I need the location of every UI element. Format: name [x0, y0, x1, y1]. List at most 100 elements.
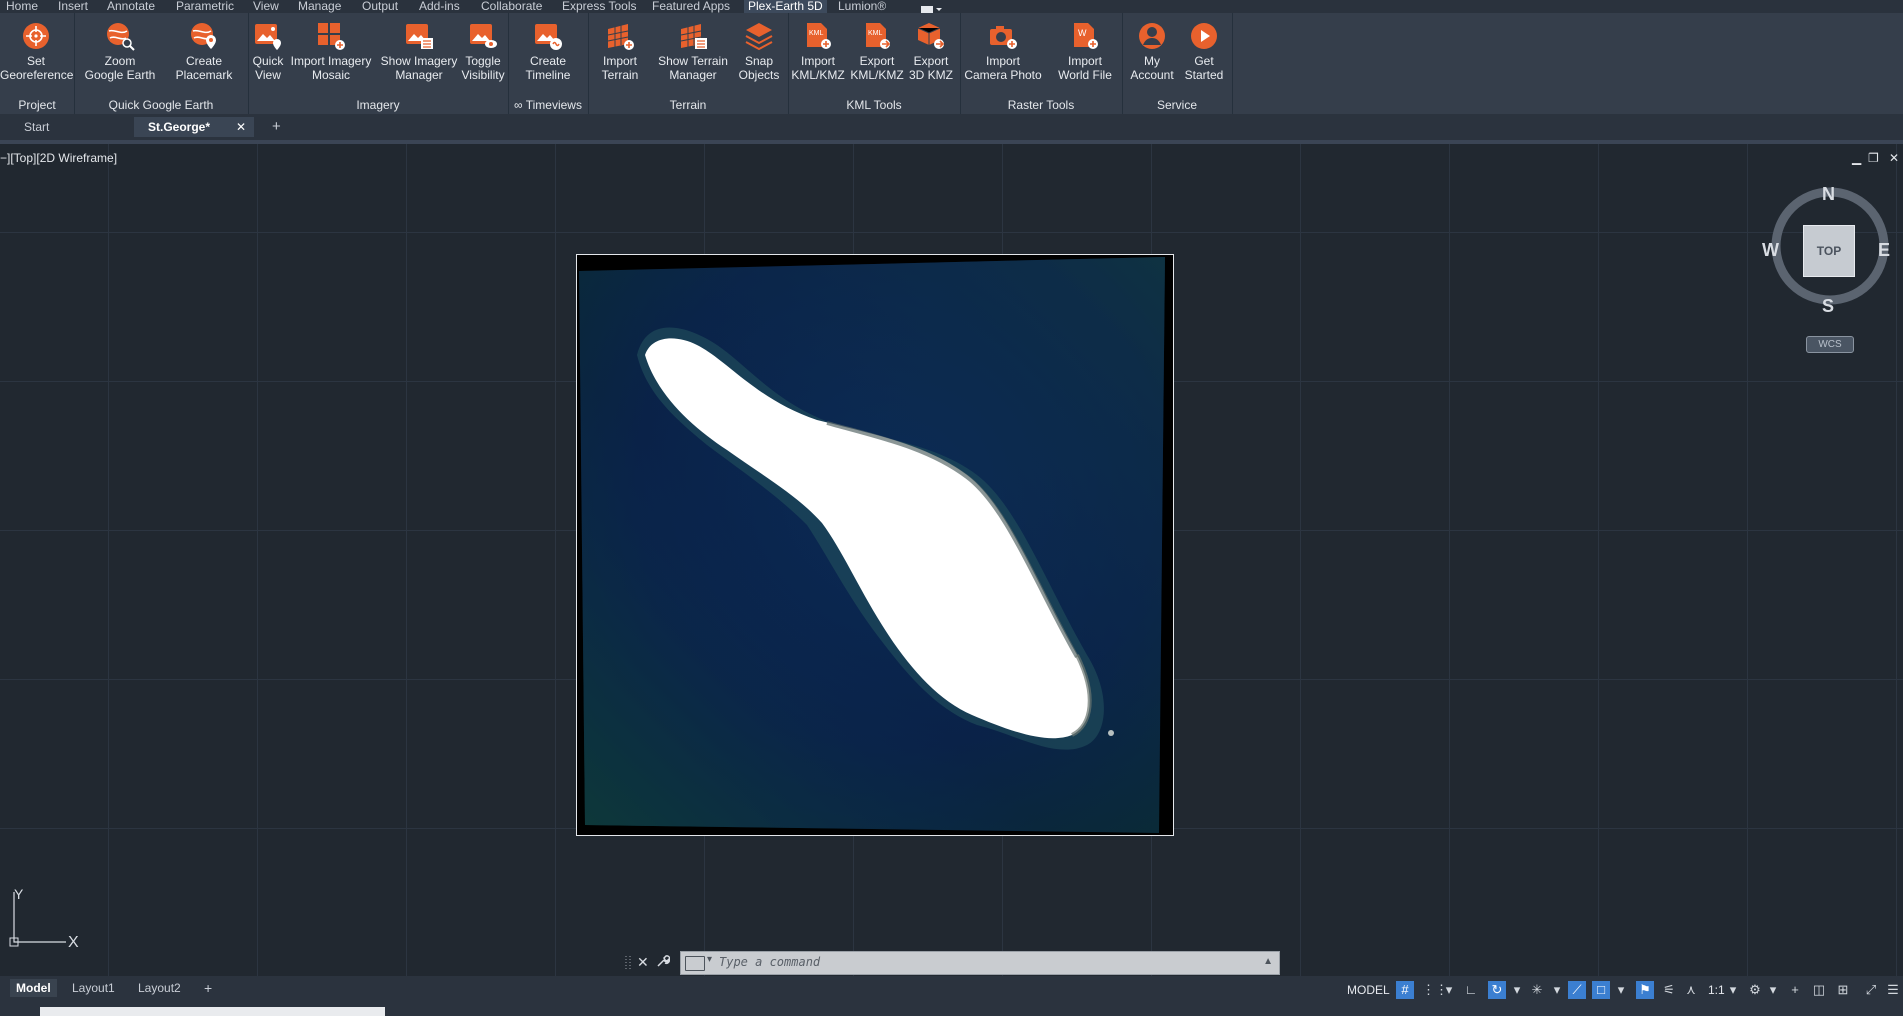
workspace-gear-icon[interactable]: ⚙ — [1746, 981, 1764, 999]
set-georeference-button[interactable]: Set Georeference — [0, 21, 74, 82]
annotation-monitor-icon[interactable]: + — [1786, 981, 1804, 999]
zoom-google-earth-label: Zoom Google Earth — [84, 54, 156, 82]
annotation-scale-value[interactable]: 1:1 — [1708, 981, 1725, 999]
ribbon-tab-plex-earth[interactable]: Plex-Earth 5D — [744, 0, 827, 13]
drawing-viewport[interactable]: −][Top][2D Wireframe] ▁ ❐ ✕ N S E W TOP … — [0, 144, 1903, 976]
wcs-menu-button[interactable]: WCS — [1806, 336, 1854, 353]
play-icon — [1189, 21, 1219, 51]
ribbon-tab-parametric[interactable]: Parametric — [176, 0, 234, 13]
compass-north-label[interactable]: N — [1822, 184, 1835, 205]
group-label-raster-tools[interactable]: Raster Tools — [960, 98, 1122, 112]
3d-kmz-export-icon — [916, 21, 946, 51]
annotation-scale-icon[interactable]: ⋏ — [1682, 981, 1700, 999]
compass-south-label[interactable]: S — [1822, 296, 1834, 317]
command-line-customize-icon[interactable] — [656, 954, 671, 971]
ribbon-group-timeviews: Create Timeline ∞ Timeviews — [508, 13, 589, 114]
doc-tab-st-george[interactable]: St.George* ✕ — [134, 117, 254, 137]
create-placemark-label: Create Placemark — [175, 54, 233, 82]
object-snap-tracking-icon[interactable]: ⟋ — [1568, 981, 1586, 999]
auto-scale-icon[interactable]: ⚟ — [1660, 981, 1678, 999]
ribbon-tab-home[interactable]: Home — [6, 0, 38, 13]
ribbon-tab-output[interactable]: Output — [362, 0, 398, 13]
units-icon[interactable]: ◫ — [1810, 981, 1828, 999]
isodraft-dropdown-icon[interactable]: ▾ — [1548, 981, 1566, 999]
zoom-google-earth-button[interactable]: Zoom Google Earth — [80, 21, 160, 82]
viewport-restore-icon[interactable]: ❐ — [1868, 151, 1879, 165]
kml-export-icon: KML — [862, 21, 892, 51]
ribbon-tab-featured-apps[interactable]: Featured Apps — [652, 0, 730, 13]
command-line-input[interactable]: ▾ Type a command ▲ — [680, 951, 1280, 975]
ribbon-tab-lumion[interactable]: Lumion® — [838, 0, 886, 13]
export-kml-kmz-label: Export KML/KMZ — [850, 54, 904, 82]
command-line-close-icon[interactable]: ✕ — [637, 954, 649, 971]
compass-west-label[interactable]: W — [1762, 240, 1779, 261]
export-3d-kmz-button[interactable]: Export 3D KMZ — [906, 21, 956, 82]
quick-view-button[interactable]: Quick View — [250, 21, 286, 82]
grid-display-icon[interactable]: # — [1396, 981, 1414, 999]
import-terrain-button[interactable]: Import Terrain — [590, 21, 650, 82]
ribbon-tab-view[interactable]: View — [253, 0, 279, 13]
show-terrain-manager-button[interactable]: Show Terrain Manager — [648, 21, 738, 82]
import-imagery-mosaic-button[interactable]: Import Imagery Mosaic — [288, 21, 374, 82]
my-account-button[interactable]: My Account — [1128, 21, 1176, 82]
model-space-toggle[interactable]: MODEL — [1347, 981, 1390, 999]
command-recent-dropdown-icon[interactable]: ▾ — [707, 954, 712, 965]
import-camera-photo-button[interactable]: Import Camera Photo — [962, 21, 1044, 82]
compass-east-label[interactable]: E — [1878, 240, 1890, 261]
import-kml-kmz-label: Import KML/KMZ — [791, 54, 845, 82]
ribbon-tab-add-ins[interactable]: Add-ins — [419, 0, 460, 13]
imagery-mosaic-icon — [316, 21, 346, 51]
workspace-dropdown-icon[interactable]: ▾ — [1764, 981, 1782, 999]
group-label-terrain[interactable]: Terrain — [588, 98, 788, 112]
get-started-button[interactable]: Get Started — [1182, 21, 1226, 82]
doc-tab-start[interactable]: Start — [24, 117, 124, 137]
layout-tab-layout1[interactable]: Layout1 — [66, 979, 121, 997]
layout-tab-model[interactable]: Model — [10, 979, 57, 997]
user-account-icon — [1137, 21, 1167, 51]
ribbon-display-toggle-icon[interactable] — [920, 1, 942, 13]
add-layout-plus-icon[interactable]: + — [198, 979, 218, 997]
create-placemark-button[interactable]: Create Placemark — [166, 21, 242, 82]
scale-dropdown-icon[interactable]: ▾ — [1724, 981, 1742, 999]
quick-properties-icon[interactable]: ⊞ — [1834, 981, 1852, 999]
command-line-grip-icon[interactable] — [624, 954, 632, 972]
viewcube-top-face[interactable]: TOP — [1803, 225, 1855, 277]
polar-tracking-icon[interactable]: ↻ — [1488, 981, 1506, 999]
layout-tab-layout2[interactable]: Layout2 — [132, 979, 187, 997]
export-kml-kmz-button[interactable]: KML Export KML/KMZ — [848, 21, 906, 82]
set-georeference-label: Set Georeference — [0, 54, 74, 82]
snap-mode-icon[interactable]: ⋮⋮ — [1422, 981, 1448, 999]
doc-tab-close-icon[interactable]: ✕ — [236, 117, 246, 137]
command-history-toggle-icon[interactable]: ▲ — [1263, 956, 1273, 967]
satellite-imagery-raster[interactable] — [576, 254, 1174, 836]
customization-menu-icon[interactable]: ☰ — [1884, 981, 1902, 999]
viewport-controls-label[interactable]: −][Top][2D Wireframe] — [0, 151, 117, 165]
ribbon-tab-manage[interactable]: Manage — [298, 0, 341, 13]
ribbon-tab-express-tools[interactable]: Express Tools — [562, 0, 636, 13]
command-prompt-icon[interactable] — [685, 956, 705, 971]
import-world-file-button[interactable]: W Import World File — [1050, 21, 1120, 82]
import-kml-kmz-button[interactable]: KML Import KML/KMZ — [790, 21, 846, 82]
clean-screen-icon[interactable]: ⤢ — [1862, 981, 1880, 999]
world-file-icon: W — [1070, 21, 1100, 51]
create-timeline-label: Create Timeline — [525, 54, 571, 82]
show-imagery-manager-label: Show Imagery Manager — [380, 54, 458, 82]
snap-dropdown-icon[interactable]: ▾ — [1440, 981, 1458, 999]
annotation-visibility-icon[interactable]: ⚑ — [1636, 981, 1654, 999]
snap-objects-button[interactable]: Snap Objects — [730, 21, 788, 82]
object-snap-icon[interactable]: □ — [1592, 981, 1610, 999]
viewport-close-icon[interactable]: ✕ — [1889, 151, 1899, 165]
viewport-minimize-icon[interactable]: ▁ — [1852, 151, 1861, 165]
ribbon-tab-collaborate[interactable]: Collaborate — [481, 0, 542, 13]
isometric-drafting-icon[interactable]: ✳ — [1528, 981, 1546, 999]
ribbon-group-project: Set Georeference Project — [0, 13, 75, 114]
polar-dropdown-icon[interactable]: ▾ — [1508, 981, 1526, 999]
ribbon-tab-annotate[interactable]: Annotate — [107, 0, 155, 13]
osnap-dropdown-icon[interactable]: ▾ — [1612, 981, 1630, 999]
ribbon-tab-insert[interactable]: Insert — [58, 0, 88, 13]
ortho-mode-icon[interactable]: ∟ — [1462, 981, 1480, 999]
toggle-visibility-button[interactable]: Toggle Visibility — [458, 21, 508, 82]
show-imagery-manager-button[interactable]: Show Imagery Manager — [376, 21, 462, 82]
new-tab-plus-icon[interactable]: + — [272, 117, 281, 137]
create-timeline-button[interactable]: Create Timeline — [514, 21, 582, 82]
